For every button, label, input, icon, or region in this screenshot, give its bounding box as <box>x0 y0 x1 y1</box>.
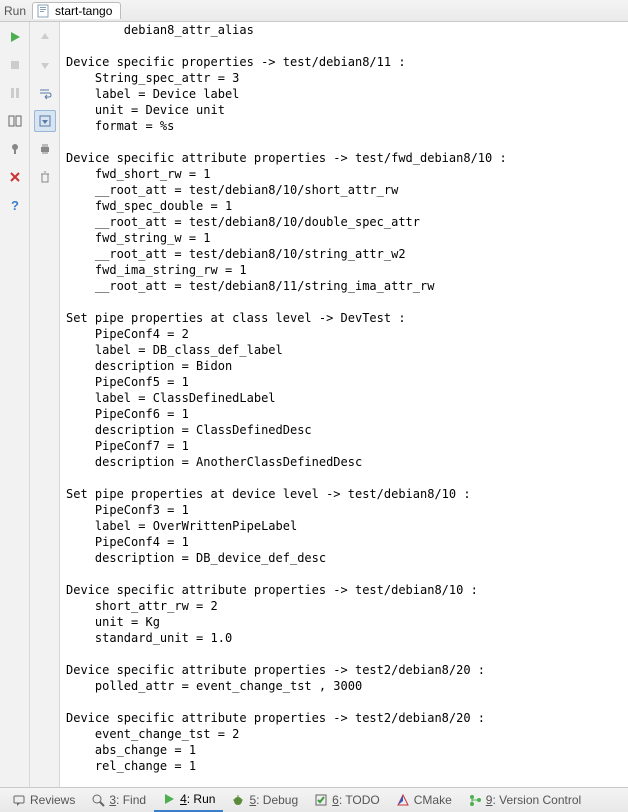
pause-button[interactable] <box>4 82 26 104</box>
sb-vcs[interactable]: 9: Version Control <box>460 788 589 812</box>
help-button[interactable]: ? <box>4 194 26 216</box>
scroll-to-end-button[interactable] <box>34 110 56 132</box>
sb-run[interactable]: 4: Run <box>154 788 223 812</box>
pin-button[interactable] <box>4 138 26 160</box>
secondary-toolbar <box>30 22 60 787</box>
clear-button[interactable] <box>34 166 56 188</box>
left-toolbar: ? <box>0 22 30 787</box>
sb-todo[interactable]: 6: TODO <box>306 788 388 812</box>
soft-wrap-button[interactable] <box>34 82 56 104</box>
console-text: debian8_attr_alias Device specific prope… <box>60 22 628 787</box>
search-icon <box>91 793 105 807</box>
step-down-button[interactable] <box>34 54 56 76</box>
cmake-icon <box>396 793 410 807</box>
step-up-button[interactable] <box>34 26 56 48</box>
run-config-name: start-tango <box>55 4 112 18</box>
layout-button[interactable] <box>4 110 26 132</box>
stop-button[interactable] <box>4 54 26 76</box>
bug-icon <box>231 793 245 807</box>
sb-debug[interactable]: 5: Debug <box>223 788 306 812</box>
print-button[interactable] <box>34 138 56 160</box>
run-config-tab[interactable]: start-tango <box>32 2 121 19</box>
sb-reviews[interactable]: Reviews <box>4 788 83 812</box>
svg-text:?: ? <box>11 198 19 212</box>
vcs-icon <box>468 793 482 807</box>
shell-file-icon <box>37 4 51 18</box>
todo-icon <box>314 793 328 807</box>
status-bar: Reviews 3: Find 4: Run 5: Debug 6: TODO … <box>0 787 628 812</box>
run-panel-header: Run start-tango <box>0 0 628 22</box>
run-label: Run <box>4 4 26 18</box>
play-icon <box>162 792 176 806</box>
close-button[interactable] <box>4 166 26 188</box>
run-button[interactable] <box>4 26 26 48</box>
sb-cmake[interactable]: CMake <box>388 788 460 812</box>
reviews-icon <box>12 793 26 807</box>
sb-find[interactable]: 3: Find <box>83 788 154 812</box>
console-output[interactable]: debian8_attr_alias Device specific prope… <box>60 22 628 787</box>
